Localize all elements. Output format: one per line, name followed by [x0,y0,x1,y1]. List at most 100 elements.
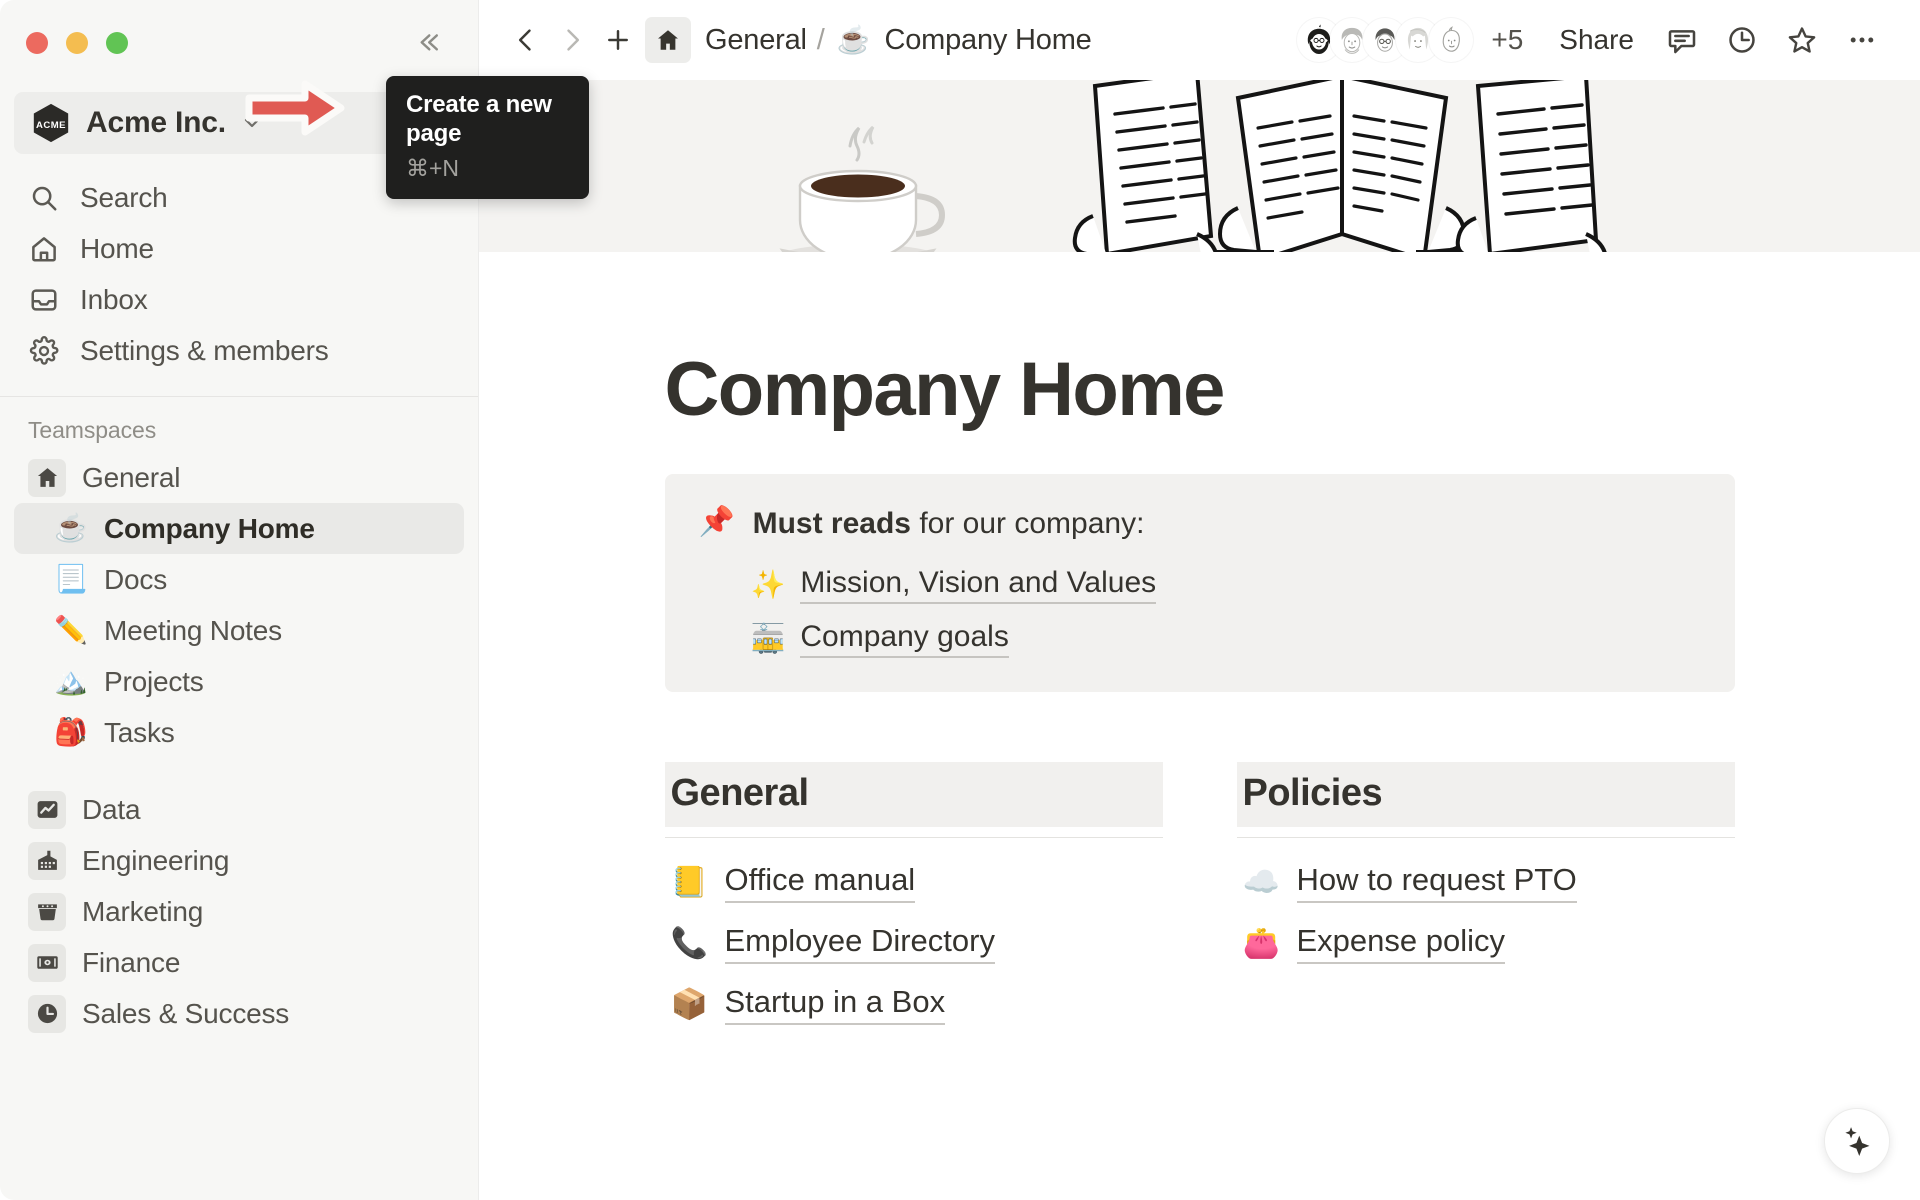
sidebar-page-projects[interactable]: 🏔️ Projects [14,656,464,707]
sidebar-item-label: Search [80,181,168,213]
forward-button[interactable] [549,17,595,63]
link-label: Employee Directory [724,923,995,965]
teamspace-label: Sales & Success [82,997,290,1029]
back-button[interactable] [503,17,549,63]
column-divider [664,837,1163,839]
teamspace-label: General [82,461,181,493]
breadcrumb-teamspace[interactable]: General [705,24,807,57]
history-clock-icon [1729,27,1755,53]
megaphone-box-icon [28,892,66,931]
teamspaces-section-title: Teamspaces [28,417,157,443]
teamspace-label: Engineering [82,844,230,876]
page-label: Company Home [104,512,315,544]
chart-line-icon [28,790,66,829]
sidebar-page-company-home[interactable]: ☕ Company Home [14,503,464,554]
mountain-emoji-icon: 🏔️ [54,666,88,696]
house-icon [658,30,678,50]
breadcrumb-separator: / [816,23,825,56]
avatar-overflow-count[interactable]: +5 [1491,24,1523,56]
coffee-emoji-icon: ☕ [836,24,871,55]
pencil-emoji-icon: ✏️ [54,615,88,645]
comment-button[interactable] [1656,14,1708,66]
sidebar-page-tasks[interactable]: 🎒 Tasks [14,707,464,758]
minimize-window-button[interactable] [66,32,88,54]
chevron-down-icon[interactable] [240,111,264,135]
content-columns: General 📒 Office manual 📞 Employee Direc… [664,762,1735,1026]
link-expense-policy[interactable]: 👛 Expense policy [1237,923,1735,965]
sidebar-item-home[interactable]: Home [14,223,464,274]
tooltip-shortcut: ⌘+N [406,154,460,181]
star-icon [1788,27,1816,53]
callout-rest-text: for our company: [911,506,1145,540]
new-page-plus-button[interactable] [595,17,641,63]
traffic-lights [26,32,128,54]
must-reads-callout: 📌 Must reads for our company: ✨ Mission,… [664,473,1735,693]
breadcrumb-page[interactable]: Company Home [884,24,1091,57]
sidebar-item-general-teamspace[interactable]: General [14,452,464,503]
column-links: 📒 Office manual 📞 Employee Directory 📦 S… [665,862,1163,1026]
notebook-emoji-icon: 📒 [670,865,708,899]
app-window: ACME Acme Inc. Search Home Inbox Setting… [0,0,1920,1200]
home-icon [28,234,60,264]
page-title[interactable]: Company Home [665,350,1735,430]
sidebar-page-docs[interactable]: 📃 Docs [14,554,464,605]
teamspace-label: Marketing [82,895,204,927]
gear-icon [28,335,60,366]
comment-icon [1668,30,1696,54]
link-office-manual[interactable]: 📒 Office manual [665,862,1163,904]
sidebar-item-finance[interactable]: Finance [14,937,464,988]
svg-text:ACME: ACME [36,120,66,131]
close-window-button[interactable] [26,32,48,54]
link-label: How to request PTO [1296,862,1577,904]
general-teamspace-group: General [0,452,478,503]
collaborator-avatars[interactable] [1297,18,1474,62]
history-button[interactable] [1716,14,1768,66]
search-icon [28,183,60,213]
favorite-button[interactable] [1776,14,1828,66]
sidebar-item-engineering[interactable]: Engineering [14,835,464,886]
money-icon [28,943,66,982]
create-page-tooltip: Create a new page ⌘+N [386,76,589,199]
collapse-sidebar-button[interactable] [406,21,450,65]
column-general: General 📒 Office manual 📞 Employee Direc… [664,762,1163,1026]
chevron-right-icon [567,29,580,51]
link-company-goals[interactable]: 🚋 Company goals [751,620,1701,659]
sidebar-item-settings[interactable]: Settings & members [14,325,464,376]
sidebar-item-marketing[interactable]: Marketing [14,886,464,937]
plus-icon [608,30,628,50]
package-emoji-icon: 📦 [670,987,708,1021]
double-chevron-left-icon [420,34,438,51]
ai-assistant-button[interactable] [1824,1108,1890,1174]
sidebar-page-meeting-notes[interactable]: ✏️ Meeting Notes [14,605,464,656]
sparkles-emoji-icon: ✨ [750,569,786,601]
link-mission-vision-values[interactable]: ✨ Mission, Vision and Values [750,566,1701,605]
callout-links: ✨ Mission, Vision and Values 🚋 Company g… [750,566,1701,659]
avatar[interactable] [1429,18,1474,62]
link-startup-in-a-box[interactable]: 📦 Startup in a Box [665,984,1163,1026]
column-policies: Policies ☁️ How to request PTO 👛 Expense… [1236,762,1735,1025]
link-employee-directory[interactable]: 📞 Employee Directory [665,923,1163,965]
sparkles-icon [1845,1127,1870,1157]
workspace-name: Acme Inc. [86,106,226,139]
page-label: Tasks [104,716,175,748]
callout-bold-text: Must reads [752,506,911,540]
other-teamspaces-list: Data Engineering Marketing Finance Sales… [0,784,478,1039]
top-bar: General / ☕ Company Home +5 Share [479,0,1920,80]
window-controls-row [0,0,478,86]
more-options-button[interactable] [1836,14,1888,66]
link-label: Office manual [724,862,916,904]
cloud-emoji-icon: ☁️ [1242,865,1280,899]
link-label: Company goals [800,620,1009,659]
backpack-emoji-icon: 🎒 [54,717,88,747]
link-how-to-request-pto[interactable]: ☁️ How to request PTO [1237,862,1735,904]
breadcrumb-teamspace-icon[interactable] [645,17,691,63]
sidebar-item-sales-success[interactable]: Sales & Success [14,988,464,1039]
sidebar-item-inbox[interactable]: Inbox [14,274,464,325]
page-label: Docs [104,563,167,595]
sidebar-item-data[interactable]: Data [14,784,464,835]
page-label: Projects [104,665,204,697]
share-button[interactable]: Share [1545,16,1648,64]
house-icon [28,458,66,497]
maximize-window-button[interactable] [106,32,128,54]
callout-heading: 📌 Must reads for our company: [699,504,1701,545]
